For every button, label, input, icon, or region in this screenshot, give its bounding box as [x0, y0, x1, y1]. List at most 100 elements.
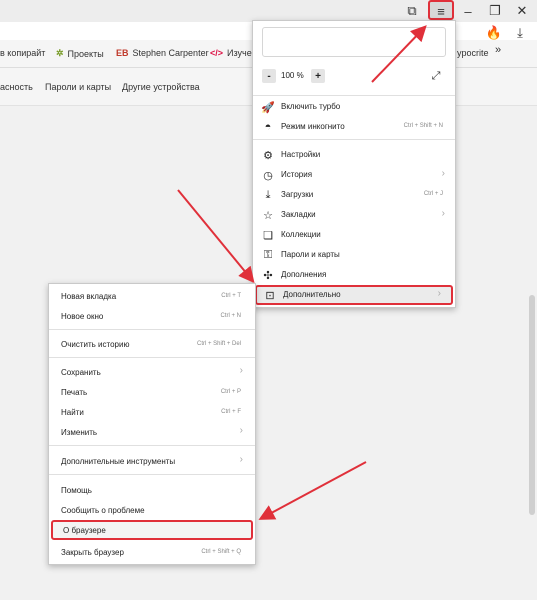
tab-passwords[interactable]: Пароли и карты	[45, 82, 111, 92]
submenu-item-find[interactable]: Найти Ctrl + F	[49, 402, 255, 422]
submenu-item-print[interactable]: Печать Ctrl + P	[49, 382, 255, 402]
code-icon: </>	[210, 48, 224, 58]
submenu-item-label: Новое окно	[61, 312, 104, 321]
submenu-item-help[interactable]: Помощь	[49, 480, 255, 500]
gear-icon: ⚙	[263, 149, 273, 162]
submenu-divider	[49, 445, 255, 446]
submenu-item-shortcut: Ctrl + T	[221, 293, 241, 299]
close-icon[interactable]: ✕	[510, 0, 534, 22]
minimize-icon[interactable]: –	[456, 0, 480, 22]
bookmark-item[interactable]: ypocrite	[457, 48, 489, 58]
submenu-item-report-problem[interactable]: Сообщить о проблеме	[49, 500, 255, 520]
submenu-item-label: Закрыть браузер	[61, 548, 124, 557]
menu-item-bookmarks[interactable]: ☆ Закладки ›	[253, 205, 455, 225]
chevron-right-icon: ›	[239, 365, 243, 376]
scrollbar-thumb[interactable]	[529, 295, 535, 515]
chevron-right-icon: ›	[441, 208, 445, 219]
menu-item-passwords[interactable]: ⚿ Пароли и карты	[253, 245, 455, 265]
menu-item-label: Настройки	[281, 150, 321, 159]
bookmark-item[interactable]: EB Stephen Carpenter	[116, 48, 209, 58]
submenu-item-label: Сохранить	[61, 368, 101, 377]
menu-item-collections[interactable]: ❏ Коллекции	[253, 225, 455, 245]
submenu-item-about[interactable]: О браузере	[51, 520, 253, 540]
submenu-item-label: Сообщить о проблеме	[61, 506, 145, 515]
zoom-row: - 100 % + ⤢	[253, 69, 457, 87]
submenu-item-label: Найти	[61, 408, 84, 417]
menu-item-label: Включить турбо	[281, 102, 341, 111]
submenu-item-new-tab[interactable]: Новая вкладка Ctrl + T	[49, 286, 255, 306]
menu-item-label: Загрузки	[281, 190, 314, 199]
restore-icon[interactable]: ❐	[483, 0, 507, 22]
submenu-item-exit[interactable]: Закрыть браузер Ctrl + Shift + Q	[49, 542, 255, 562]
submenu-item-edit[interactable]: Изменить ›	[49, 422, 255, 442]
submenu-item-clear-history[interactable]: Очистить историю Ctrl + Shift + Del	[49, 334, 255, 354]
arrow-to-about-item	[258, 461, 367, 520]
collections-icon: ❏	[263, 229, 273, 242]
star-icon: ☆	[263, 209, 273, 222]
tab-other-devices[interactable]: Другие устройства	[122, 82, 200, 92]
submenu-item-new-window[interactable]: Новое окно Ctrl + N	[49, 306, 255, 326]
bookmark-item[interactable]: ✲ Проекты	[56, 48, 104, 59]
menu-search-field[interactable]	[262, 27, 446, 57]
submenu-item-label: Очистить историю	[61, 340, 130, 349]
chevron-right-icon: ›	[437, 288, 441, 299]
more-submenu: Новая вкладка Ctrl + T Новое окно Ctrl +…	[48, 283, 256, 565]
menu-item-label: Дополнения	[281, 270, 327, 279]
submenu-item-label: Новая вкладка	[61, 292, 117, 301]
submenu-item-label: Изменить	[61, 428, 98, 437]
menu-item-turbo[interactable]: 🚀 Включить турбо	[253, 97, 455, 117]
zoom-value: 100 %	[281, 71, 304, 80]
menu-item-downloads[interactable]: ⤓ Загрузки Ctrl + J	[253, 185, 455, 205]
download-icon: ⤓	[265, 188, 271, 201]
zoom-in-button[interactable]: +	[311, 69, 325, 83]
main-menu: - 100 % + ⤢ 🚀 Включить турбо ◓ Режим инк…	[252, 20, 456, 308]
submenu-divider	[49, 357, 255, 358]
tab-security[interactable]: асность	[0, 82, 33, 92]
download-arrow-icon[interactable]: ⤓	[508, 22, 532, 44]
submenu-divider	[49, 474, 255, 475]
menu-item-incognito[interactable]: ◓ Режим инкогнито Ctrl + Shift + N	[253, 117, 455, 137]
menu-item-label: Коллекции	[281, 230, 321, 239]
bookmark-item[interactable]: в копирайт	[0, 48, 45, 58]
fire-icon[interactable]: 🔥	[482, 22, 506, 44]
menu-item-label: Режим инкогнито	[281, 122, 345, 131]
more-icon: ⊡	[265, 289, 275, 302]
menu-item-label: История	[281, 170, 313, 179]
chevron-right-icon: ›	[239, 454, 243, 465]
turbo-icon: 🚀	[261, 101, 275, 114]
tabs-icon[interactable]: ⧉	[400, 0, 424, 22]
submenu-item-more-tools[interactable]: Дополнительные инструменты ›	[49, 451, 255, 471]
puzzle-icon: ✣	[263, 269, 273, 282]
menu-item-more[interactable]: ⊡ Дополнительно ›	[255, 285, 453, 305]
submenu-item-save[interactable]: Сохранить ›	[49, 362, 255, 382]
menu-item-label: Дополнительно	[283, 290, 341, 299]
submenu-item-shortcut: Ctrl + Shift + Q	[201, 549, 241, 555]
arrow-to-more-item	[177, 189, 255, 284]
bookmark-label: Stephen Carpenter	[132, 48, 209, 58]
chevron-right-icon: ›	[239, 425, 243, 436]
chevron-right-icon: ›	[441, 168, 445, 179]
hamburger-menu-icon[interactable]: ≡	[429, 0, 453, 22]
submenu-item-shortcut: Ctrl + P	[220, 389, 241, 395]
menu-divider	[253, 139, 455, 140]
zoom-out-button[interactable]: -	[262, 69, 276, 83]
menu-divider	[253, 95, 455, 96]
menu-item-extensions[interactable]: ✣ Дополнения	[253, 265, 455, 285]
incognito-icon: ◓	[264, 121, 272, 133]
bookmarks-more-label: »	[495, 44, 502, 56]
bookmark-label: ypocrite	[457, 48, 489, 58]
submenu-item-label: Печать	[61, 388, 88, 397]
submenu-divider	[49, 329, 255, 330]
menu-item-settings[interactable]: ⚙ Настройки	[253, 145, 455, 165]
submenu-item-shortcut: Ctrl + Shift + Del	[196, 341, 241, 347]
bookmarks-more-button[interactable]: »	[495, 44, 501, 56]
bookmark-label: Проекты	[67, 48, 104, 59]
fullscreen-icon[interactable]: ⤢	[429, 69, 443, 83]
bookmark-label: в копирайт	[0, 48, 46, 58]
submenu-item-shortcut: Ctrl + N	[220, 313, 241, 319]
bookmark-item[interactable]: </> Изучен	[210, 48, 257, 58]
menu-item-label: Пароли и карты	[281, 250, 340, 259]
submenu-item-label: Помощь	[61, 486, 92, 495]
menu-item-history[interactable]: ◷ История ›	[253, 165, 455, 185]
key-icon: ⚿	[263, 248, 273, 261]
